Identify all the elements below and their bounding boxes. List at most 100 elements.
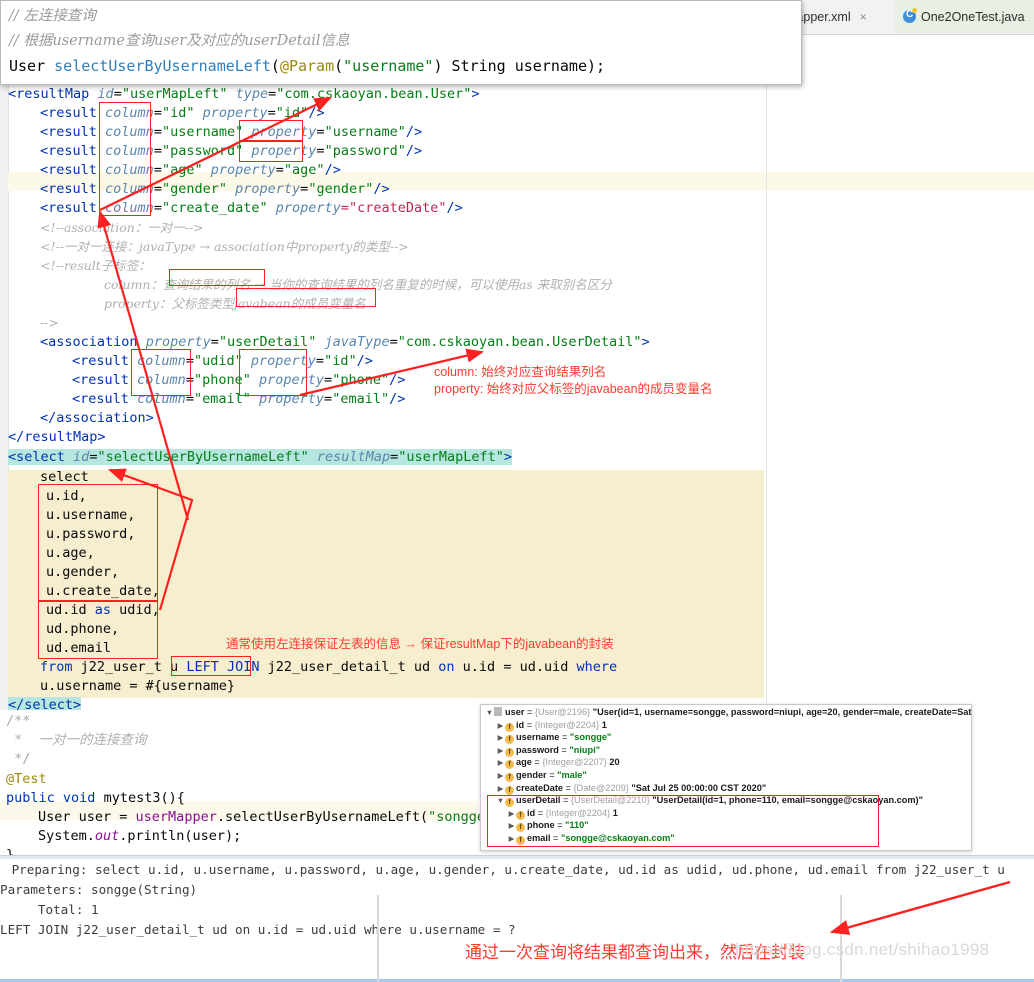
- tab-one2onetest-java[interactable]: One2OneTest.java ×: [895, 0, 1034, 33]
- sql-from-clause: from j22_user_t u LEFT JOIN j22_user_det…: [40, 659, 618, 675]
- red-box-column-note-cn: [169, 269, 265, 286]
- field-icon: f: [505, 760, 514, 770]
- xml-line-5: <result column="gender" property="gender…: [40, 181, 390, 197]
- caret-right-icon[interactable]: ▶: [496, 784, 505, 793]
- xml-line-0: <resultMap id="userMapLeft" type="com.cs…: [8, 86, 480, 102]
- caret-right-icon[interactable]: ▶: [496, 771, 505, 780]
- editor-right-border: [766, 84, 767, 710]
- java-method-decl: public void mytest3(){: [6, 790, 185, 806]
- list-icon: [494, 707, 502, 716]
- xml-line-select-close: </select>: [8, 696, 82, 710]
- variable-name: password: [516, 744, 559, 755]
- variable-type: {Integer@2207}: [542, 757, 610, 768]
- caret-down-icon[interactable]: ▼: [485, 708, 494, 717]
- variable-type: {Date@2209}: [573, 782, 632, 793]
- xml-line-select-open: <select id="selectUserByUsernameLeft" re…: [8, 449, 513, 465]
- caret-right-icon[interactable]: ▶: [496, 758, 505, 767]
- xml-line-phone: <result column="phone" property="phone"/…: [72, 372, 406, 388]
- popup-left-edge: [377, 895, 379, 982]
- popup-right-edge: [840, 895, 842, 982]
- variable-name: gender: [516, 769, 547, 780]
- sig-param-string: "username": [343, 57, 434, 75]
- field-icon: f: [505, 735, 514, 745]
- variable-type: {User@2196}: [534, 707, 593, 717]
- red-box-column-attr: [99, 102, 151, 216]
- variable-value: "niupi": [569, 744, 601, 755]
- console-line-total: Total: 1: [0, 902, 99, 917]
- equals-sign: =: [531, 757, 543, 768]
- xml-line-email: <result column="email" property="email"/…: [72, 391, 406, 407]
- xml-line-association-open: <association property="userDetail" javaT…: [40, 334, 650, 350]
- variable-row[interactable]: ▼ user = {User@2196} "User(id=1, username…: [485, 707, 971, 720]
- tooltip-method-signature: User selectUserByUsernameLeft(@Param("us…: [9, 57, 605, 75]
- variable-type: {Integer@2204}: [534, 719, 602, 730]
- variable-row[interactable]: ▶ f gender = "male": [485, 770, 971, 783]
- equals-sign: =: [524, 707, 535, 717]
- sig-annotation: @Param: [279, 57, 335, 75]
- variable-row[interactable]: ▶ f createDate = {Date@2209} "Sat Jul 25 0…: [485, 783, 971, 796]
- sig-paren3: ): [433, 57, 443, 75]
- variable-value: 1: [601, 719, 607, 730]
- sig-paren2: (: [334, 57, 344, 75]
- red-box-property-password: [239, 140, 303, 162]
- variable-value: 20: [609, 757, 620, 768]
- console-line-parameters: Parameters: songge(String): [0, 882, 198, 897]
- caret-right-icon[interactable]: ▶: [496, 733, 505, 742]
- close-icon[interactable]: ×: [860, 10, 867, 24]
- variable-name: id: [516, 719, 525, 730]
- variable-name: user: [505, 707, 525, 717]
- annotation-left-join-note: 通常使用左连接保证左表的信息 → 保证resultMap下的javabean的封…: [226, 637, 614, 651]
- xml-line-2: <result column="username" property="user…: [40, 124, 423, 140]
- sig-return: User: [9, 57, 55, 75]
- xml-line-resultmap-close: </resultMap>: [8, 429, 106, 445]
- caret-right-icon[interactable]: ▶: [496, 746, 505, 755]
- console-line-leftjoin: LEFT JOIN j22_user_detail_t ud on u.id =…: [0, 922, 516, 937]
- java-line-2: */: [6, 751, 31, 767]
- caret-right-icon[interactable]: ▶: [496, 721, 505, 730]
- field-icon: f: [505, 722, 514, 732]
- xml-line-3: <result column="password" property="pass…: [40, 143, 423, 159]
- watermark: https://blog.csdn.net/shihao1998: [735, 940, 990, 959]
- field-icon: f: [505, 747, 514, 757]
- equals-sign: =: [546, 769, 558, 780]
- xml-comment-2: <!--一对一连接：javaType → association中propert…: [40, 239, 409, 254]
- variable-row[interactable]: ▶ f id = {Integer@2204} 1: [485, 720, 971, 733]
- variable-row[interactable]: ▶ f password = "niupi": [485, 745, 971, 758]
- xml-line-6: <result column="create_date" property="c…: [40, 200, 463, 216]
- xml-comment-1: <!--association：一对一-->: [40, 220, 204, 235]
- red-box-assoc-column: [131, 349, 191, 396]
- debugger-variables-panel[interactable]: ▼ user = {User@2196} "User(id=1, username…: [480, 704, 972, 851]
- equals-sign: =: [559, 732, 570, 743]
- field-icon: f: [505, 772, 514, 782]
- sig-tail: String username);: [442, 57, 606, 75]
- xml-line-association-close: </association>: [40, 410, 154, 426]
- console-top-divider: [0, 856, 1034, 859]
- tooltip-comment-1: // 左连接查询: [9, 8, 96, 24]
- variable-row[interactable]: ▶ f age = {Integer@2207} 20: [485, 757, 971, 770]
- field-icon: f: [505, 785, 514, 795]
- variable-value: "User(id=1, username=songge, password=ni…: [592, 707, 972, 717]
- red-box-property-note-cn: [236, 288, 376, 307]
- variable-row[interactable]: ▶ f username = "songge": [485, 732, 971, 745]
- red-box-userdetail: [487, 795, 879, 847]
- java-stmt-select: User user = userMapper.selectUserByUsern…: [38, 809, 509, 825]
- xml-comment-3: <!--result子标签：: [40, 258, 151, 273]
- java-stmt-println: System.out.println(user);: [38, 828, 242, 844]
- variable-value: "Sat Jul 25 00:00:00 CST 2020": [631, 782, 767, 793]
- sig-open: (: [270, 57, 280, 75]
- ide-screenshot: Mapper.xml × One2OneTest.java × <resultM…: [0, 0, 1034, 982]
- sql-where-clause: u.username = #{username}: [40, 678, 236, 694]
- java-line-1: * 一对一的连接查询: [6, 732, 147, 748]
- java-line-0: /**: [6, 713, 31, 729]
- red-box-left-join: [171, 656, 251, 676]
- sig-method: selectUserByUsernameLeft: [54, 57, 271, 75]
- variable-name: age: [516, 757, 532, 768]
- java-annotation-test: @Test: [6, 771, 47, 787]
- xml-comment-6: -->: [40, 315, 59, 330]
- red-box-assoc-property: [239, 349, 307, 396]
- xml-editor-pane[interactable]: <resultMap id="userMapLeft" type="com.cs…: [0, 84, 1034, 710]
- red-box-property-username: [239, 120, 303, 142]
- variable-value: "songge": [569, 732, 612, 743]
- equals-sign: =: [563, 782, 574, 793]
- equals-sign: =: [524, 719, 535, 730]
